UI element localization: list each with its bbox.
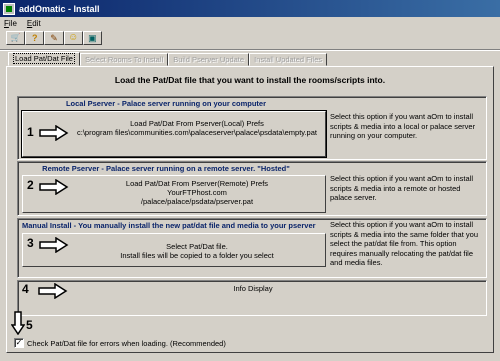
local-pserver-button-label: Load Pat/Dat From Pserver(Local) Prefs <box>130 119 264 128</box>
local-pserver-section: Local Pserver - Palace server running on… <box>17 96 487 160</box>
local-pserver-path: c:\program files\communities.com\palaces… <box>77 128 317 137</box>
tab-panel: Load the Pat/Dat file that you want to i… <box>6 66 494 353</box>
remote-pserver-title: Remote Pserver - Palace server running o… <box>42 164 290 173</box>
step-number-2: 2 <box>27 178 34 192</box>
toolbar-separator <box>0 49 500 51</box>
menu-file[interactable]: File <box>4 19 17 28</box>
remote-pserver-description: Select this option if you want aOm to in… <box>330 174 473 202</box>
right-arrow-icon <box>39 179 69 195</box>
wand-button[interactable]: ✎ <box>44 31 64 45</box>
select-pat-dat-file-label: Select Pat/Dat file. <box>166 242 228 251</box>
down-arrow-icon <box>11 311 25 335</box>
checkmark-icon: ✓ <box>15 338 23 347</box>
remote-pserver-host: YourFTPhost.com <box>167 188 227 197</box>
menu-bar: File Edit <box>0 17 500 30</box>
remote-pserver-section: Remote Pserver - Palace server running o… <box>17 161 487 216</box>
right-arrow-icon <box>39 125 69 141</box>
load-remote-pserver-button[interactable]: 2 Load Pat/Dat From Pserver(Remote) Pref… <box>22 175 326 213</box>
tab-strip: Load Pat/Dat File Select Rooms To Instal… <box>8 52 328 66</box>
panel-heading: Load the Pat/Dat file that you want to i… <box>114 75 386 85</box>
smiley-icon: ☺ <box>68 32 79 43</box>
wand-icon: ✎ <box>50 32 58 43</box>
remote-pserver-button-label: Load Pat/Dat From Pserver(Remote) Prefs <box>125 179 269 188</box>
tab-load-pat-dat-file[interactable]: Load Pat/Dat File <box>8 52 80 66</box>
book-icon: ▣ <box>88 32 97 43</box>
smiley-button[interactable]: ☺ <box>63 31 83 45</box>
step-number-1: 1 <box>27 125 34 139</box>
manual-install-description: Select this option if you want aOm to in… <box>330 220 478 267</box>
menu-edit[interactable]: Edit <box>27 19 41 28</box>
check-errors-checkbox[interactable]: ✓ <box>14 338 24 348</box>
step-number-3: 3 <box>27 236 34 250</box>
tab-install-updated-files[interactable]: Install Updated Files <box>249 53 328 66</box>
cart-button[interactable]: 🛒 <box>6 31 26 45</box>
local-pserver-description: Select this option if you want aOm to in… <box>330 112 476 140</box>
tab-select-rooms-to-install[interactable]: Select Rooms To Install <box>79 53 169 66</box>
select-pat-dat-file-button[interactable]: 3 Select Pat/Dat file. Install files wil… <box>22 233 326 267</box>
remote-pserver-path: /palace/palace/psdata/pserver.pat <box>140 197 254 206</box>
book-button[interactable]: ▣ <box>82 31 103 45</box>
manual-install-section: Manual Install - You manually install th… <box>17 218 487 278</box>
app-icon <box>3 2 15 15</box>
step-number-5: 5 <box>26 318 33 332</box>
check-errors-label[interactable]: Check Pat/Dat file for errors when loadi… <box>27 339 226 348</box>
select-pat-dat-file-note: Install files will be copied to a folder… <box>120 251 274 260</box>
cart-icon: 🛒 <box>10 33 21 42</box>
local-pserver-title: Local Pserver - Palace server running on… <box>65 99 267 108</box>
check-errors-option: ✓ Check Pat/Dat file for errors when loa… <box>14 338 226 348</box>
help-icon: ? <box>32 32 38 43</box>
right-arrow-icon <box>39 237 69 253</box>
info-display-title: Info Display <box>233 284 273 293</box>
toolbar: 🛒 ? ✎ ☺ ▣ <box>6 31 103 45</box>
info-display: 4 Info Display <box>17 280 487 316</box>
manual-install-title: Manual Install - You manually install th… <box>22 221 316 230</box>
load-local-pserver-button[interactable]: 1 Load Pat/Dat From Pserver(Local) Prefs… <box>22 111 326 157</box>
help-button[interactable]: ? <box>25 31 45 45</box>
window-title: addOmatic - Install <box>19 3 100 14</box>
title-bar: addOmatic - Install <box>0 0 500 17</box>
tab-build-pserver-update[interactable]: Build Pserver Update <box>168 53 250 66</box>
